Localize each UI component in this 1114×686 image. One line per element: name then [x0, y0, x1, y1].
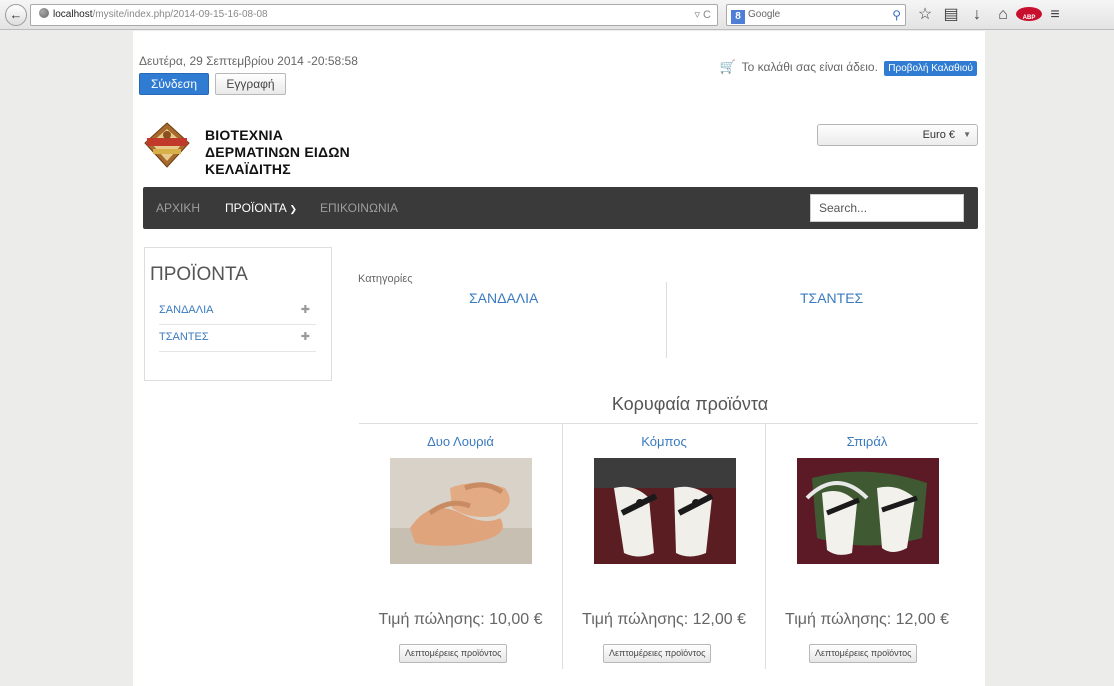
address-bar[interactable]: localhost/mysite/index.php/2014-09-15-16…: [30, 4, 718, 26]
browser-search-input[interactable]: 8 Google ⚲: [726, 4, 906, 26]
company-logo-text[interactable]: ΒΙΟΤΕΧΝΙΑ ΔΕΡΜΑΤΙΝΩΝ ΕΙΔΩΝ ΚΕΛΑΪΔΙΤΗΣ: [205, 127, 350, 178]
url-host: localhost: [53, 9, 93, 20]
main-navbar: ΑΡΧΙΚΗ ΠΡΟΪΟΝΤΑ ❯ ΕΠΙΚΟΙΝΩΝΙΑ Search...: [143, 187, 978, 229]
sidebar-products-box: ΠΡΟΪΟΝΤΑ ΣΑΝΔΑΛΙΑ ✚ ΤΣΑΝΤΕΣ ✚: [144, 247, 332, 381]
product-image[interactable]: [594, 458, 736, 564]
nav-item-contact[interactable]: ΕΠΙΚΟΙΝΩΝΙΑ: [320, 187, 398, 229]
product-price: Τιμή πώλησης: 12,00 €: [582, 611, 746, 628]
categories-label: Κατηγορίες: [358, 273, 413, 285]
product-image[interactable]: [390, 458, 532, 564]
bookmark-star-icon[interactable]: ☆: [912, 4, 938, 26]
product-details-button[interactable]: Λεπτομέρειες προϊόντος: [809, 644, 918, 663]
search-magnifier-icon[interactable]: ⚲: [892, 5, 901, 25]
product-name-link[interactable]: Σπιράλ: [766, 434, 968, 449]
product-details-button[interactable]: Λεπτομέρειες προϊόντος: [603, 644, 712, 663]
currency-select[interactable]: Euro € ▼: [817, 124, 978, 146]
logo-line: ΔΕΡΜΑΤΙΝΩΝ ΕΙΔΩΝ: [205, 144, 350, 160]
nav-item-products[interactable]: ΠΡΟΪΟΝΤΑ ❯: [225, 187, 297, 229]
product-image[interactable]: [797, 458, 939, 564]
sidebar-item-label: ΤΣΑΝΤΕΣ: [159, 331, 209, 343]
sidebar-item-label: ΣΑΝΔΑΛΙΑ: [159, 304, 214, 316]
expand-icon[interactable]: ✚: [301, 298, 310, 322]
google-icon: 8: [731, 10, 745, 24]
register-button[interactable]: Εγγραφή: [215, 73, 286, 95]
url-path: /mysite/index.php/2014-09-15-16-08-08: [92, 9, 268, 20]
nav-item-label: ΠΡΟΪΟΝΤΑ: [225, 201, 287, 215]
sidebar-title: ΠΡΟΪΟΝΤΑ: [150, 264, 248, 285]
logo-line: ΒΙΟΤΕΧΝΙΑ: [205, 127, 284, 143]
cart-empty-text: Το καλάθι σας είναι άδειο.: [741, 60, 878, 74]
product-card: Κόμπος Τιμή πώλησης: 12,00 € Λεπτομέρειε…: [562, 424, 765, 669]
login-button[interactable]: Σύνδεση: [139, 73, 209, 95]
category-divider: [666, 282, 667, 358]
product-card: Δυο Λουριά Τιμή πώλησης: 10,00 € Λεπτομέ…: [359, 424, 562, 669]
download-icon[interactable]: ↓: [964, 4, 990, 26]
page-container: Δευτέρα, 29 Σεπτεμβρίου 2014 -20:58:58 Σ…: [133, 31, 985, 686]
search-input[interactable]: Search...: [810, 194, 964, 222]
chevron-down-icon: ▼: [963, 130, 971, 139]
search-engine-name: Google: [748, 9, 781, 20]
current-date: Δευτέρα, 29 Σεπτεμβρίου 2014 -20:58:58: [139, 54, 358, 68]
menu-icon[interactable]: ≡: [1042, 4, 1068, 26]
product-price: Τιμή πώλησης: 10,00 €: [378, 611, 543, 628]
browser-toolbar: ← localhost/mysite/index.php/2014-09-15-…: [0, 0, 1114, 30]
currency-value: Euro €: [922, 129, 955, 141]
product-card: Σπιράλ Τιμή πώλησης: 12,00 € Λεπτομέρειε…: [765, 424, 968, 669]
category-link-sandals[interactable]: ΣΑΝΔΑΛΙΑ: [469, 290, 538, 306]
category-link-bags[interactable]: ΤΣΑΝΤΕΣ: [800, 290, 863, 306]
sidebar-item-sandals[interactable]: ΣΑΝΔΑΛΙΑ ✚: [159, 298, 316, 325]
top-products-heading: Κορυφαία προϊόντα: [611, 394, 769, 414]
product-details-button[interactable]: Λεπτομέρειες προϊόντος: [399, 644, 508, 663]
reload-icon[interactable]: ▿ C: [694, 5, 711, 25]
product-name-link[interactable]: Δυο Λουριά: [359, 434, 562, 449]
product-name-link[interactable]: Κόμπος: [563, 434, 765, 449]
logo-line: ΚΕΛΑΪΔΙΤΗΣ: [205, 161, 291, 177]
expand-icon[interactable]: ✚: [301, 325, 310, 349]
globe-icon: [39, 8, 49, 18]
adblock-icon[interactable]: ABP: [1016, 4, 1042, 26]
view-cart-button[interactable]: Προβολή Καλαθιού: [884, 61, 977, 76]
cart-status: 🛒 Το καλάθι σας είναι άδειο. Προβολή Καλα…: [719, 59, 977, 76]
logo-emblem-icon[interactable]: [143, 121, 191, 169]
home-icon[interactable]: ⌂: [990, 4, 1016, 26]
bookmarks-list-icon[interactable]: ▤: [938, 4, 964, 26]
browser-toolbar-icons: ☆ ▤ ↓ ⌂ ABP ≡: [912, 4, 1068, 26]
cart-icon: 🛒: [719, 59, 736, 74]
product-price: Τιμή πώλησης: 12,00 €: [785, 611, 949, 628]
sidebar-item-bags[interactable]: ΤΣΑΝΤΕΣ ✚: [159, 325, 316, 352]
chevron-down-icon: ❯: [289, 204, 298, 214]
back-arrow-icon[interactable]: ←: [5, 4, 27, 26]
nav-item-home[interactable]: ΑΡΧΙΚΗ: [156, 187, 200, 229]
